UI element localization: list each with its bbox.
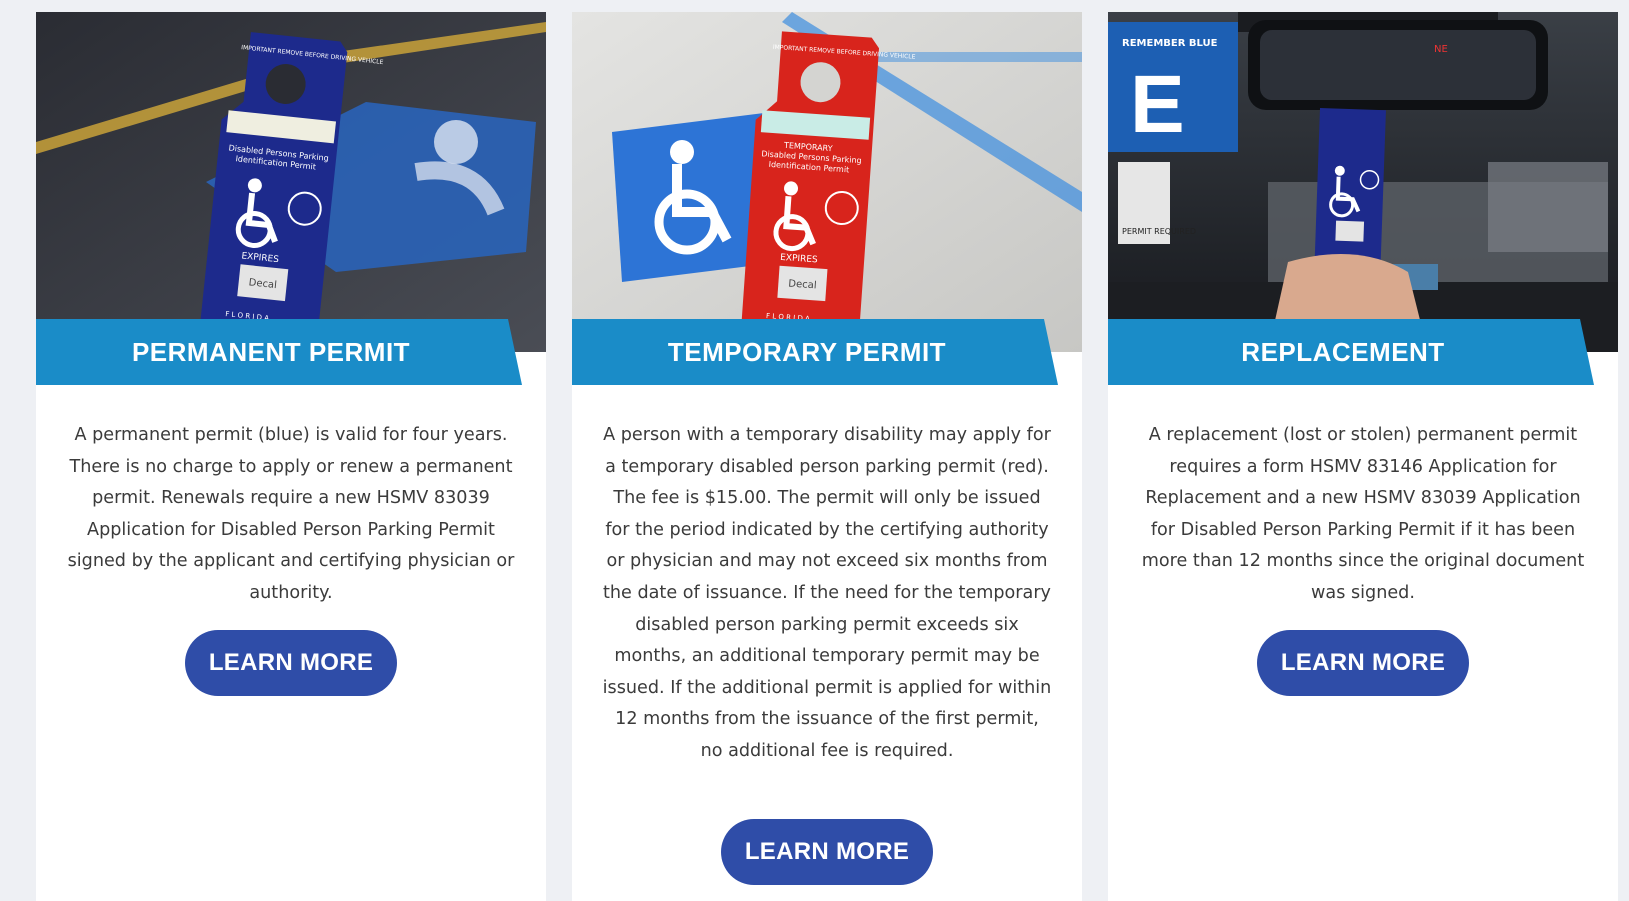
- svg-text:REMEMBER BLUE: REMEMBER BLUE: [1122, 38, 1218, 49]
- svg-text:NE: NE: [1434, 44, 1448, 55]
- card-title: REPLACEMENT: [1241, 336, 1445, 367]
- card-title: PERMANENT PERMIT: [131, 336, 411, 367]
- card-description: A permanent permit (blue) is valid for f…: [67, 425, 515, 603]
- temporary-permit-banner: TEMPORARY PERMIT: [572, 319, 1058, 385]
- permanent-permit-card: IMPORTANT REMOVE BEFORE DRIVING VEHICLE …: [36, 12, 546, 901]
- card-title: TEMPORARY PERMIT: [667, 336, 947, 367]
- red-hangtag-image: IMPORTANT REMOVE BEFORE DRIVING VEHICLE …: [572, 12, 1082, 352]
- learn-more-button[interactable]: LEARN MORE: [1257, 630, 1469, 696]
- blue-hangtag-image: IMPORTANT REMOVE BEFORE DRIVING VEHICLE …: [36, 12, 546, 352]
- svg-text:E: E: [1130, 59, 1185, 150]
- card-description: A replacement (lost or stolen) permanent…: [1141, 425, 1585, 603]
- car-interior-image: REMEMBER BLUE E PERMIT REQUIRED NE: [1108, 12, 1618, 352]
- learn-more-button[interactable]: LEARN MORE: [185, 630, 397, 696]
- temporary-permit-photo: IMPORTANT REMOVE BEFORE DRIVING VEHICLE …: [572, 12, 1082, 352]
- permanent-permit-photo: IMPORTANT REMOVE BEFORE DRIVING VEHICLE …: [36, 12, 546, 352]
- svg-text:Decal: Decal: [788, 278, 817, 291]
- replacement-card: REMEMBER BLUE E PERMIT REQUIRED NE REPLA…: [1108, 12, 1618, 901]
- temporary-permit-card: IMPORTANT REMOVE BEFORE DRIVING VEHICLE …: [572, 12, 1082, 901]
- permit-cards: IMPORTANT REMOVE BEFORE DRIVING VEHICLE …: [0, 0, 1629, 901]
- svg-text:PERMIT REQUIRED: PERMIT REQUIRED: [1122, 227, 1196, 236]
- permanent-permit-banner: PERMANENT PERMIT: [36, 319, 522, 385]
- replacement-photo: REMEMBER BLUE E PERMIT REQUIRED NE: [1108, 12, 1618, 352]
- learn-more-button[interactable]: LEARN MORE: [721, 819, 933, 885]
- card-description: A person with a temporary disability may…: [602, 425, 1052, 761]
- replacement-banner: REPLACEMENT: [1108, 319, 1594, 385]
